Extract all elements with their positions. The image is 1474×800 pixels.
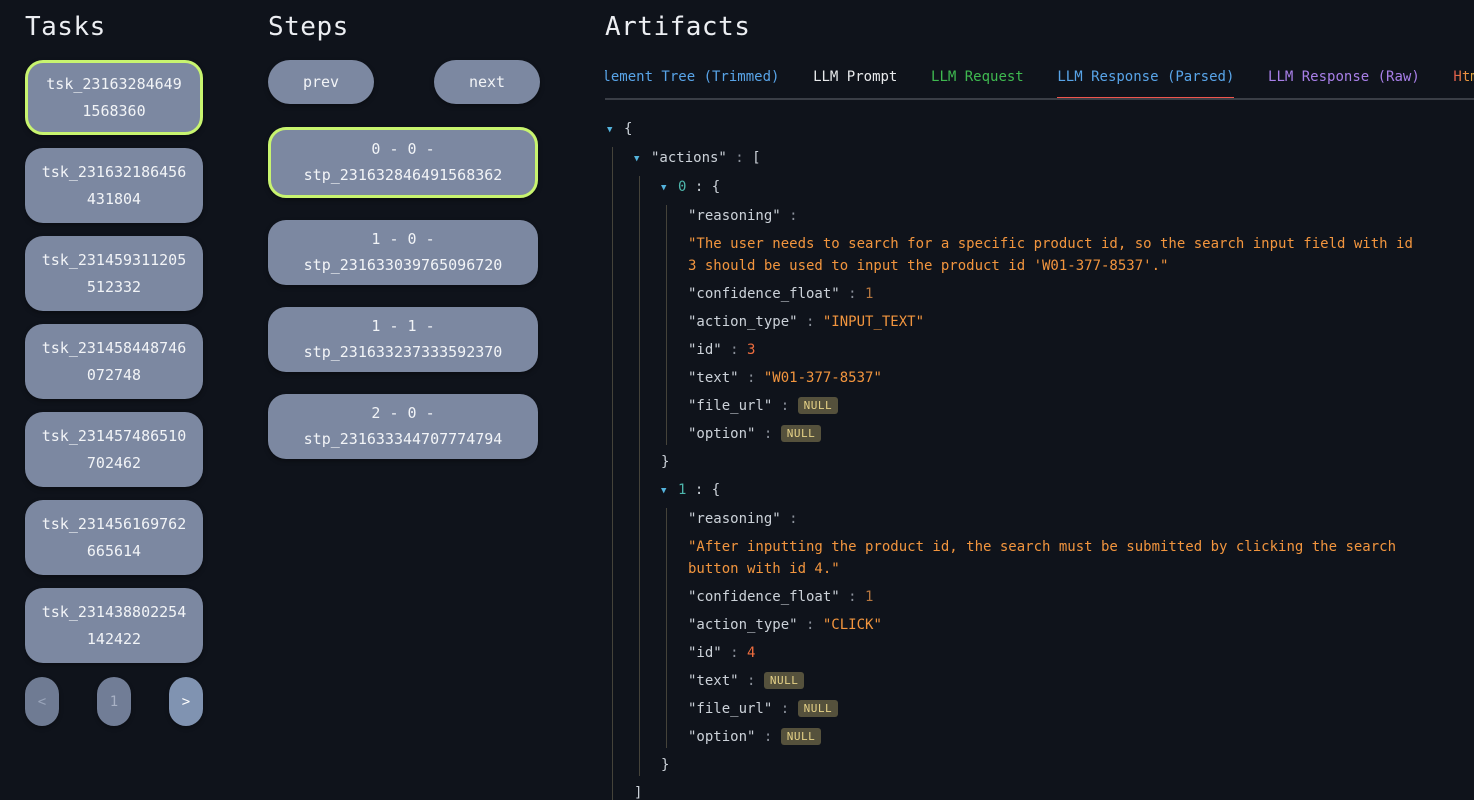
step-button[interactable]: 2 - 0 - stp_231633344707774794 [268, 394, 538, 459]
json-number-value: 1 [865, 286, 873, 302]
json-key-row: "text" : NULL [688, 670, 1474, 692]
step-button[interactable]: 0 - 0 - stp_231632846491568362 [268, 127, 538, 198]
tasks-panel: Tasks tsk_23163284649 1568360 tsk_231632… [25, 12, 203, 726]
json-number-value: 4 [747, 645, 755, 661]
tab-html-raw[interactable]: Html (Raw) [1453, 69, 1474, 97]
task-button[interactable]: tsk_23163284649 1568360 [25, 60, 203, 135]
json-key-row: "action_type" : "CLICK" [688, 614, 1474, 636]
next-step-button[interactable]: next [434, 60, 540, 104]
tab-llm-response-parsed[interactable]: LLM Response (Parsed) [1057, 69, 1234, 100]
root-open-brace: { [624, 121, 632, 137]
tab-llm-response-raw[interactable]: LLM Response (Raw) [1268, 69, 1420, 97]
tab-llm-request[interactable]: LLM Request [931, 69, 1024, 97]
item-1-children: "reasoning" : "After inputting the produ… [666, 508, 1474, 748]
tasks-title: Tasks [25, 12, 203, 42]
step-button[interactable]: 1 - 1 - stp_231633237333592370 [268, 307, 538, 372]
json-key-row: "option" : NULL [688, 423, 1474, 445]
task-button[interactable]: tsk_231458448746 072748 [25, 324, 203, 399]
actions-close-bracket: ] [634, 782, 1474, 800]
json-tree-viewer: ▼{ ▼"actions" : [ ▼0 : { "reasoning" : "… [605, 118, 1474, 800]
json-key-row: "text" : "W01-377-8537" [688, 367, 1474, 389]
json-key-row: "confidence_float" : 1 [688, 283, 1474, 305]
pagination-prev-button[interactable]: < [25, 677, 59, 726]
json-key-row: "confidence_float" : 1 [688, 586, 1474, 608]
json-string-value: "INPUT_TEXT" [823, 314, 924, 330]
json-key: "actions" [651, 150, 727, 166]
json-number-value: 3 [747, 342, 755, 358]
steps-panel: Steps prev next 0 - 0 - stp_231632846491… [268, 12, 540, 459]
json-item-row: ▼1 : { [661, 479, 1474, 502]
null-badge: NULL [764, 672, 805, 689]
json-string-value: "W01-377-8537" [764, 370, 882, 386]
artifacts-tab-bar: Element Tree (Trimmed) LLM Prompt LLM Re… [605, 66, 1474, 100]
item-close-brace: } [661, 754, 1474, 776]
artifacts-panel: Artifacts Element Tree (Trimmed) LLM Pro… [605, 12, 1474, 800]
task-button[interactable]: tsk_231632186456 431804 [25, 148, 203, 223]
collapse-toggle-icon[interactable]: ▼ [661, 177, 673, 199]
task-button[interactable]: tsk_231438802254 142422 [25, 588, 203, 663]
json-actions-row: ▼"actions" : [ [634, 147, 1474, 170]
prev-step-button[interactable]: prev [268, 60, 374, 104]
task-button[interactable]: tsk_231459311205 512332 [25, 236, 203, 311]
tasks-pagination: < 1 > [25, 677, 203, 726]
item-0-children: "reasoning" : "The user needs to search … [666, 205, 1474, 445]
json-string-value: "The user needs to search for a specific… [688, 233, 1418, 277]
steps-title: Steps [268, 12, 540, 42]
json-string-value: "CLICK" [823, 617, 882, 633]
json-key-row: "id" : 4 [688, 642, 1474, 664]
collapse-toggle-icon[interactable]: ▼ [607, 119, 619, 141]
json-string-value: "After inputting the product id, the sea… [688, 536, 1418, 580]
null-badge: NULL [798, 397, 839, 414]
json-key-row: "file_url" : NULL [688, 395, 1474, 417]
task-button[interactable]: tsk_231457486510 702462 [25, 412, 203, 487]
item-close-brace: } [661, 451, 1474, 473]
json-key-row: "id" : 3 [688, 339, 1474, 361]
json-key-row: "reasoning" : [688, 205, 1474, 227]
pagination-page-button[interactable]: 1 [97, 677, 131, 726]
artifacts-title: Artifacts [605, 12, 1474, 42]
json-key-row: "option" : NULL [688, 726, 1474, 748]
null-badge: NULL [781, 728, 822, 745]
tab-element-tree-trimmed[interactable]: Element Tree (Trimmed) [605, 69, 779, 97]
null-badge: NULL [798, 700, 839, 717]
pagination-next-button[interactable]: > [169, 677, 203, 726]
collapse-toggle-icon[interactable]: ▼ [634, 148, 646, 170]
actions-children: ▼0 : { "reasoning" : "The user needs to … [639, 176, 1474, 776]
json-number-value: 1 [865, 589, 873, 605]
null-badge: NULL [781, 425, 822, 442]
json-key-row: "action_type" : "INPUT_TEXT" [688, 311, 1474, 333]
json-key-row: "reasoning" : [688, 508, 1474, 530]
json-item-row: ▼0 : { [661, 176, 1474, 199]
step-button[interactable]: 1 - 0 - stp_231633039765096720 [268, 220, 538, 285]
json-root-row: ▼{ [607, 118, 1474, 141]
json-key-row: "file_url" : NULL [688, 698, 1474, 720]
tab-llm-prompt[interactable]: LLM Prompt [813, 69, 897, 97]
task-button[interactable]: tsk_231456169762 665614 [25, 500, 203, 575]
root-children: ▼"actions" : [ ▼0 : { "reasoning" : "The… [612, 147, 1474, 800]
step-nav: prev next [268, 60, 540, 104]
collapse-toggle-icon[interactable]: ▼ [661, 480, 673, 502]
